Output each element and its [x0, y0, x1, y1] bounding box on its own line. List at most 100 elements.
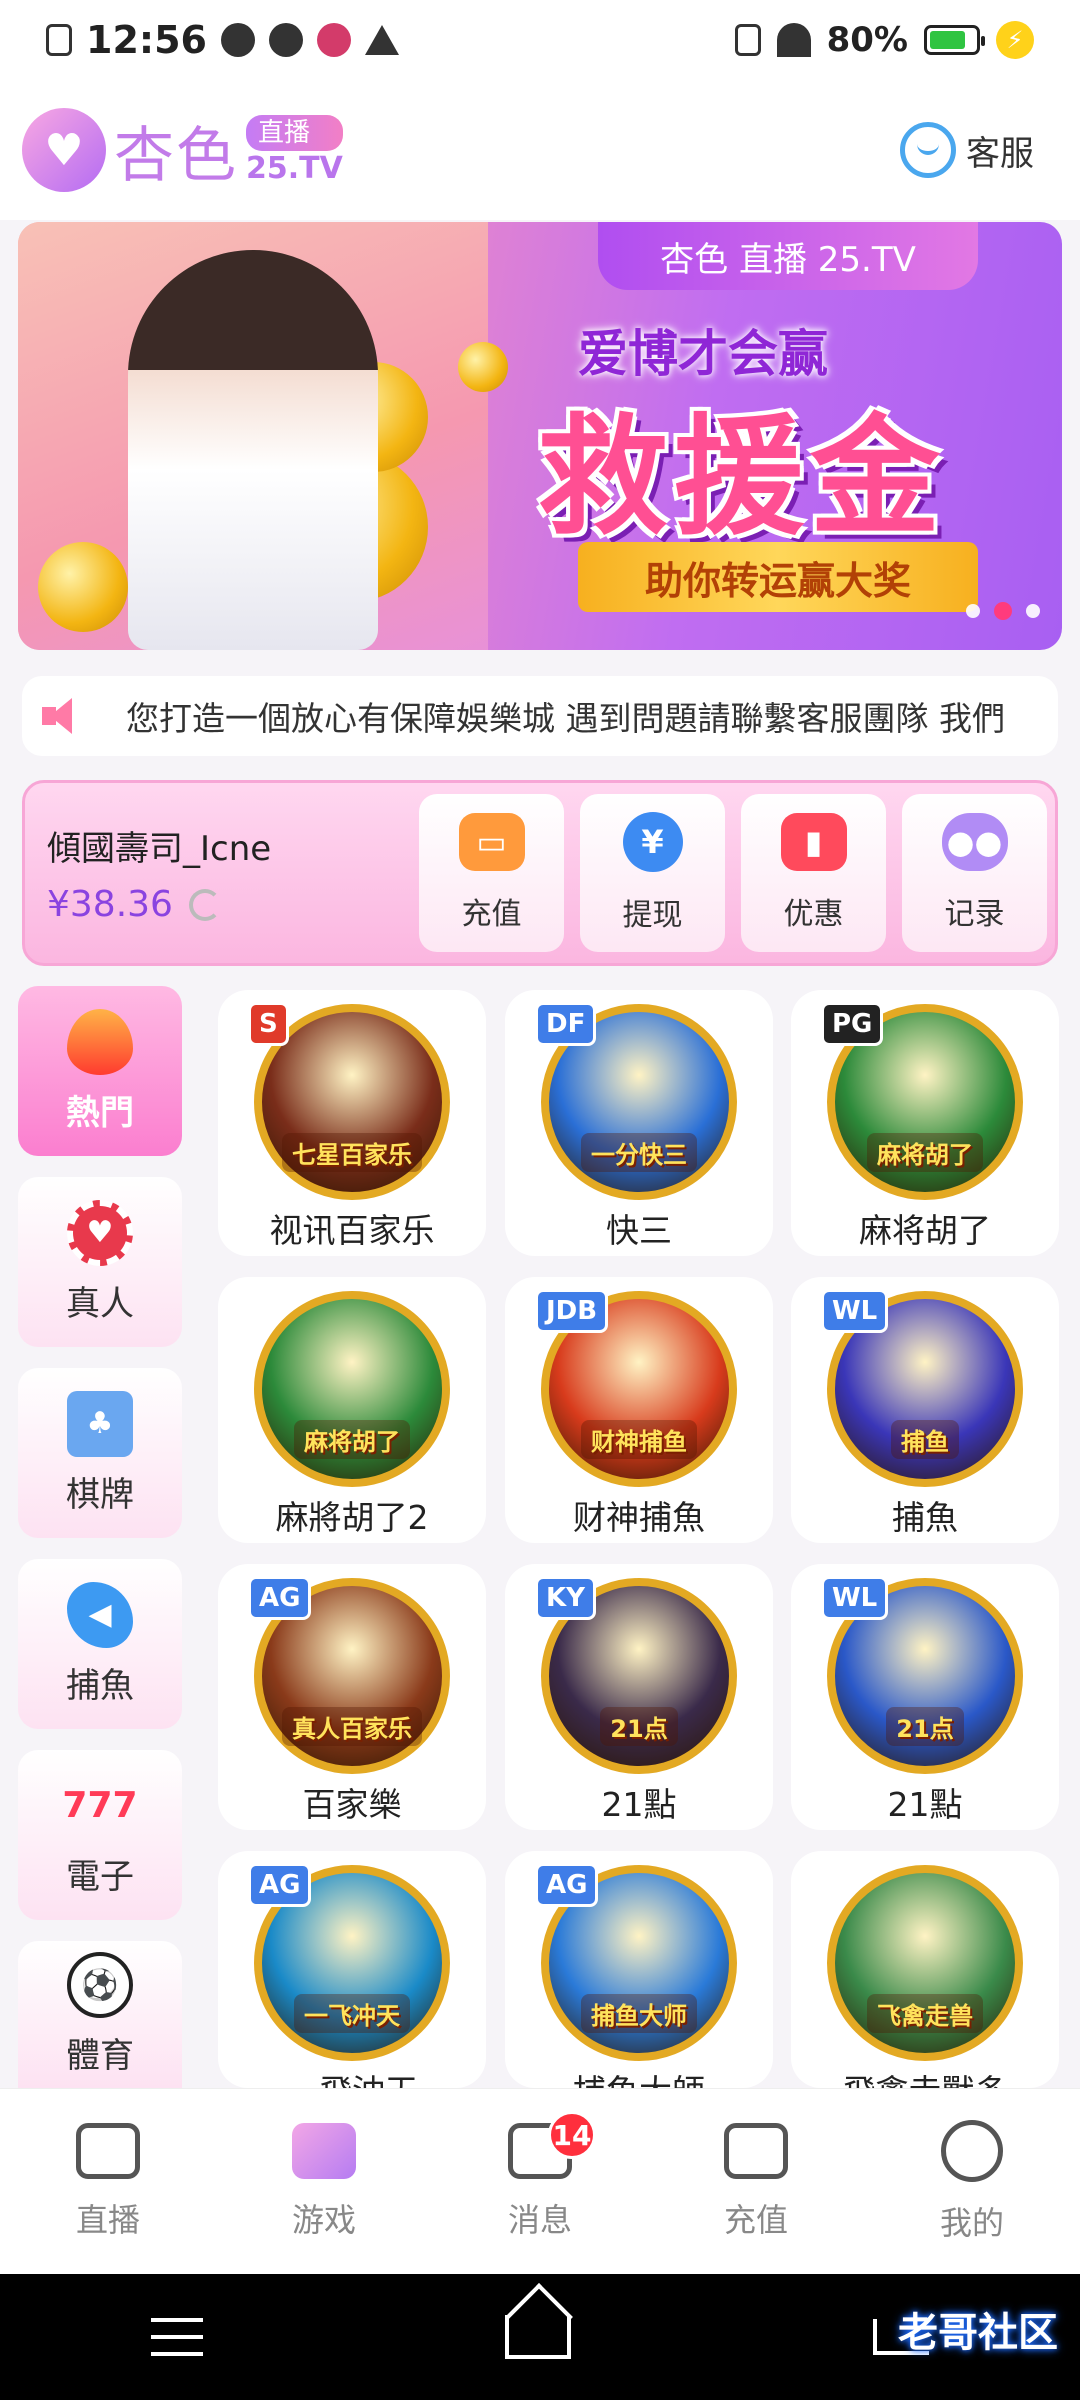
recharge-button[interactable]: ▭ 充值 — [419, 794, 564, 952]
slot-777-icon: 777 — [62, 1785, 138, 1826]
game-tile[interactable]: 捕鱼 WL 捕魚 — [791, 1277, 1059, 1543]
charging-icon: ⚡ — [996, 21, 1034, 59]
provider-badge: KY — [535, 1576, 596, 1620]
game-art-title: 捕鱼大师 — [581, 1994, 697, 2033]
game-tile[interactable]: 麻将胡了 PG 麻将胡了 — [791, 990, 1059, 1256]
provider-badge: JDB — [535, 1289, 609, 1333]
promotions-button[interactable]: ▮ 优惠 — [741, 794, 886, 952]
game-tile[interactable]: 21点 WL 21點 — [791, 1564, 1059, 1830]
game-art-title: 飞禽走兽 — [867, 1994, 983, 2033]
provider-badge: WL — [821, 1289, 889, 1333]
provider-badge: AG — [248, 1863, 312, 1907]
messages-badge: 14 — [548, 2111, 596, 2159]
game-tile[interactable]: 麻将胡了 麻將胡了2 — [218, 1277, 486, 1543]
game-tile[interactable]: 21点 KY 21點 — [505, 1564, 773, 1830]
gamepad-icon: ●● — [941, 813, 1008, 871]
game-art-title: 21点 — [886, 1707, 964, 1746]
coin-icon — [458, 342, 508, 392]
bottom-nav: 直播 游戏 消息 充值 我的 14 — [0, 2088, 1080, 2274]
game-art-image: 飞禽走兽 — [827, 1865, 1023, 2061]
game-name: 麻将胡了 — [859, 1211, 991, 1250]
nav-games[interactable]: 游戏 — [216, 2089, 432, 2274]
game-tile[interactable]: 捕鱼大师 AG 捕魚大師 — [505, 1851, 773, 2088]
records-label: 记录 — [944, 897, 1005, 932]
battery-percent: 80% — [826, 20, 908, 60]
game-art-title: 真人百家乐 — [282, 1707, 422, 1746]
nav-profile[interactable]: 我的 — [864, 2089, 1080, 2274]
carousel-indicator — [966, 602, 1040, 620]
notice-marquee[interactable]: 您打造一個放心有保障娛樂城 遇到問題請聯繫客服團隊 我們 — [22, 676, 1058, 756]
game-name: 21點 — [887, 1785, 963, 1824]
game-tile[interactable]: 一分快三 DF 快三 — [505, 990, 773, 1256]
customer-service-button[interactable]: 客服 — [900, 122, 1058, 178]
logo-text: 杏色 — [114, 120, 238, 191]
withdraw-button[interactable]: ¥ 提现 — [580, 794, 725, 952]
game-name: 财神捕魚 — [573, 1498, 705, 1537]
sync-icon — [268, 23, 303, 57]
app-header: ♥ 杏色 直播 25.TV 客服 — [0, 80, 1080, 220]
banner-title: 救援金 — [538, 401, 947, 553]
nav-label: 我的 — [939, 2203, 1004, 2242]
game-art-title: 一飞冲天 — [294, 1994, 410, 2033]
promo-banner[interactable]: 杏色 直播 25.TV 爱博才会赢 救援金 助你转运赢大奖 — [18, 222, 1062, 650]
gamepad-icon — [292, 2122, 356, 2179]
battery-icon — [924, 25, 985, 55]
game-name: 视讯百家乐 — [269, 1211, 435, 1250]
game-tile[interactable]: 飞禽走兽飛禽走獸多 — [791, 1851, 1059, 2088]
game-name: 捕魚 — [892, 1498, 958, 1537]
category-label: 熱門 — [66, 1092, 134, 1133]
shark-icon: ◀ — [67, 1581, 133, 1648]
nav-label: 充值 — [723, 2200, 788, 2239]
category-hot[interactable]: 熱門 — [18, 986, 182, 1156]
carousel-dot[interactable] — [1026, 604, 1040, 618]
menu-icon[interactable] — [151, 2318, 203, 2356]
cards-icon: ♣ — [67, 1390, 133, 1457]
headset-icon — [900, 122, 956, 178]
chip-icon: ♥ — [67, 1199, 133, 1266]
provider-badge: PG — [821, 1002, 884, 1046]
banner-brand-tag: 杏色 直播 25.TV — [598, 222, 978, 290]
nav-recharge[interactable]: 充值 — [648, 2089, 864, 2274]
nav-live[interactable]: 直播 — [0, 2089, 216, 2274]
home-icon[interactable] — [505, 2315, 571, 2359]
records-button[interactable]: ●● 记录 — [902, 794, 1047, 952]
game-name: 麻將胡了2 — [275, 1498, 429, 1537]
game-name: 飛禽走獸多 — [791, 2065, 1059, 2088]
provider-badge: WL — [821, 1576, 889, 1620]
game-tile[interactable]: 真人百家乐 AG 百家樂 — [218, 1564, 486, 1830]
coin-icon — [38, 542, 128, 632]
banner-model-image — [128, 250, 378, 650]
game-tile[interactable]: 一飞冲天 AG 一飛沖天 — [218, 1851, 486, 2088]
category-label: 體育 — [66, 2036, 134, 2076]
game-art-title: 一分快三 — [581, 1133, 697, 1172]
wallet-card: 傾國壽司_Icne ¥38.36 ▭ 充值 ¥ 提现 ▮ 优惠 ●● 记录 — [22, 780, 1058, 966]
category-cards[interactable]: ♣ 棋牌 — [18, 1368, 182, 1538]
vibrate-icon — [734, 24, 761, 56]
username: 傾國壽司_Icne — [47, 829, 272, 869]
game-tile[interactable]: 财神捕鱼 JDB 财神捕魚 — [505, 1277, 773, 1543]
category-label: 捕魚 — [66, 1665, 134, 1706]
carousel-dot-active[interactable] — [994, 602, 1012, 620]
category-live[interactable]: ♥ 真人 — [18, 1177, 182, 1347]
balance: ¥38.36 — [47, 884, 173, 925]
app-logo: ♥ 杏色 直播 25.TV — [22, 107, 343, 194]
banner-ribbon: 助你转运赢大奖 — [578, 542, 978, 612]
category-label: 電子 — [66, 1856, 134, 1897]
recharge-label: 充值 — [461, 897, 522, 932]
carousel-dot[interactable] — [966, 604, 980, 618]
wallet-icon: ▭ — [458, 813, 525, 871]
nav-label: 游戏 — [291, 2200, 356, 2239]
refresh-icon[interactable] — [188, 888, 221, 921]
game-art-title: 七星百家乐 — [282, 1133, 422, 1172]
game-name: 21點 — [601, 1785, 677, 1824]
sim-icon — [46, 24, 72, 56]
watermark-logo: 老哥社区 — [898, 2310, 1058, 2356]
category-sports[interactable]: ⚽ 體育 — [18, 1941, 182, 2088]
nav-messages[interactable]: 消息 — [432, 2089, 648, 2274]
provider-badge: DF — [535, 1002, 597, 1046]
category-fishing[interactable]: ◀ 捕魚 — [18, 1559, 182, 1729]
game-tile[interactable]: 七星百家乐 S 视讯百家乐 — [218, 990, 486, 1256]
nav-label: 消息 — [507, 2200, 572, 2239]
category-slots[interactable]: 777 電子 — [18, 1750, 182, 1920]
notification-icon — [220, 23, 255, 57]
